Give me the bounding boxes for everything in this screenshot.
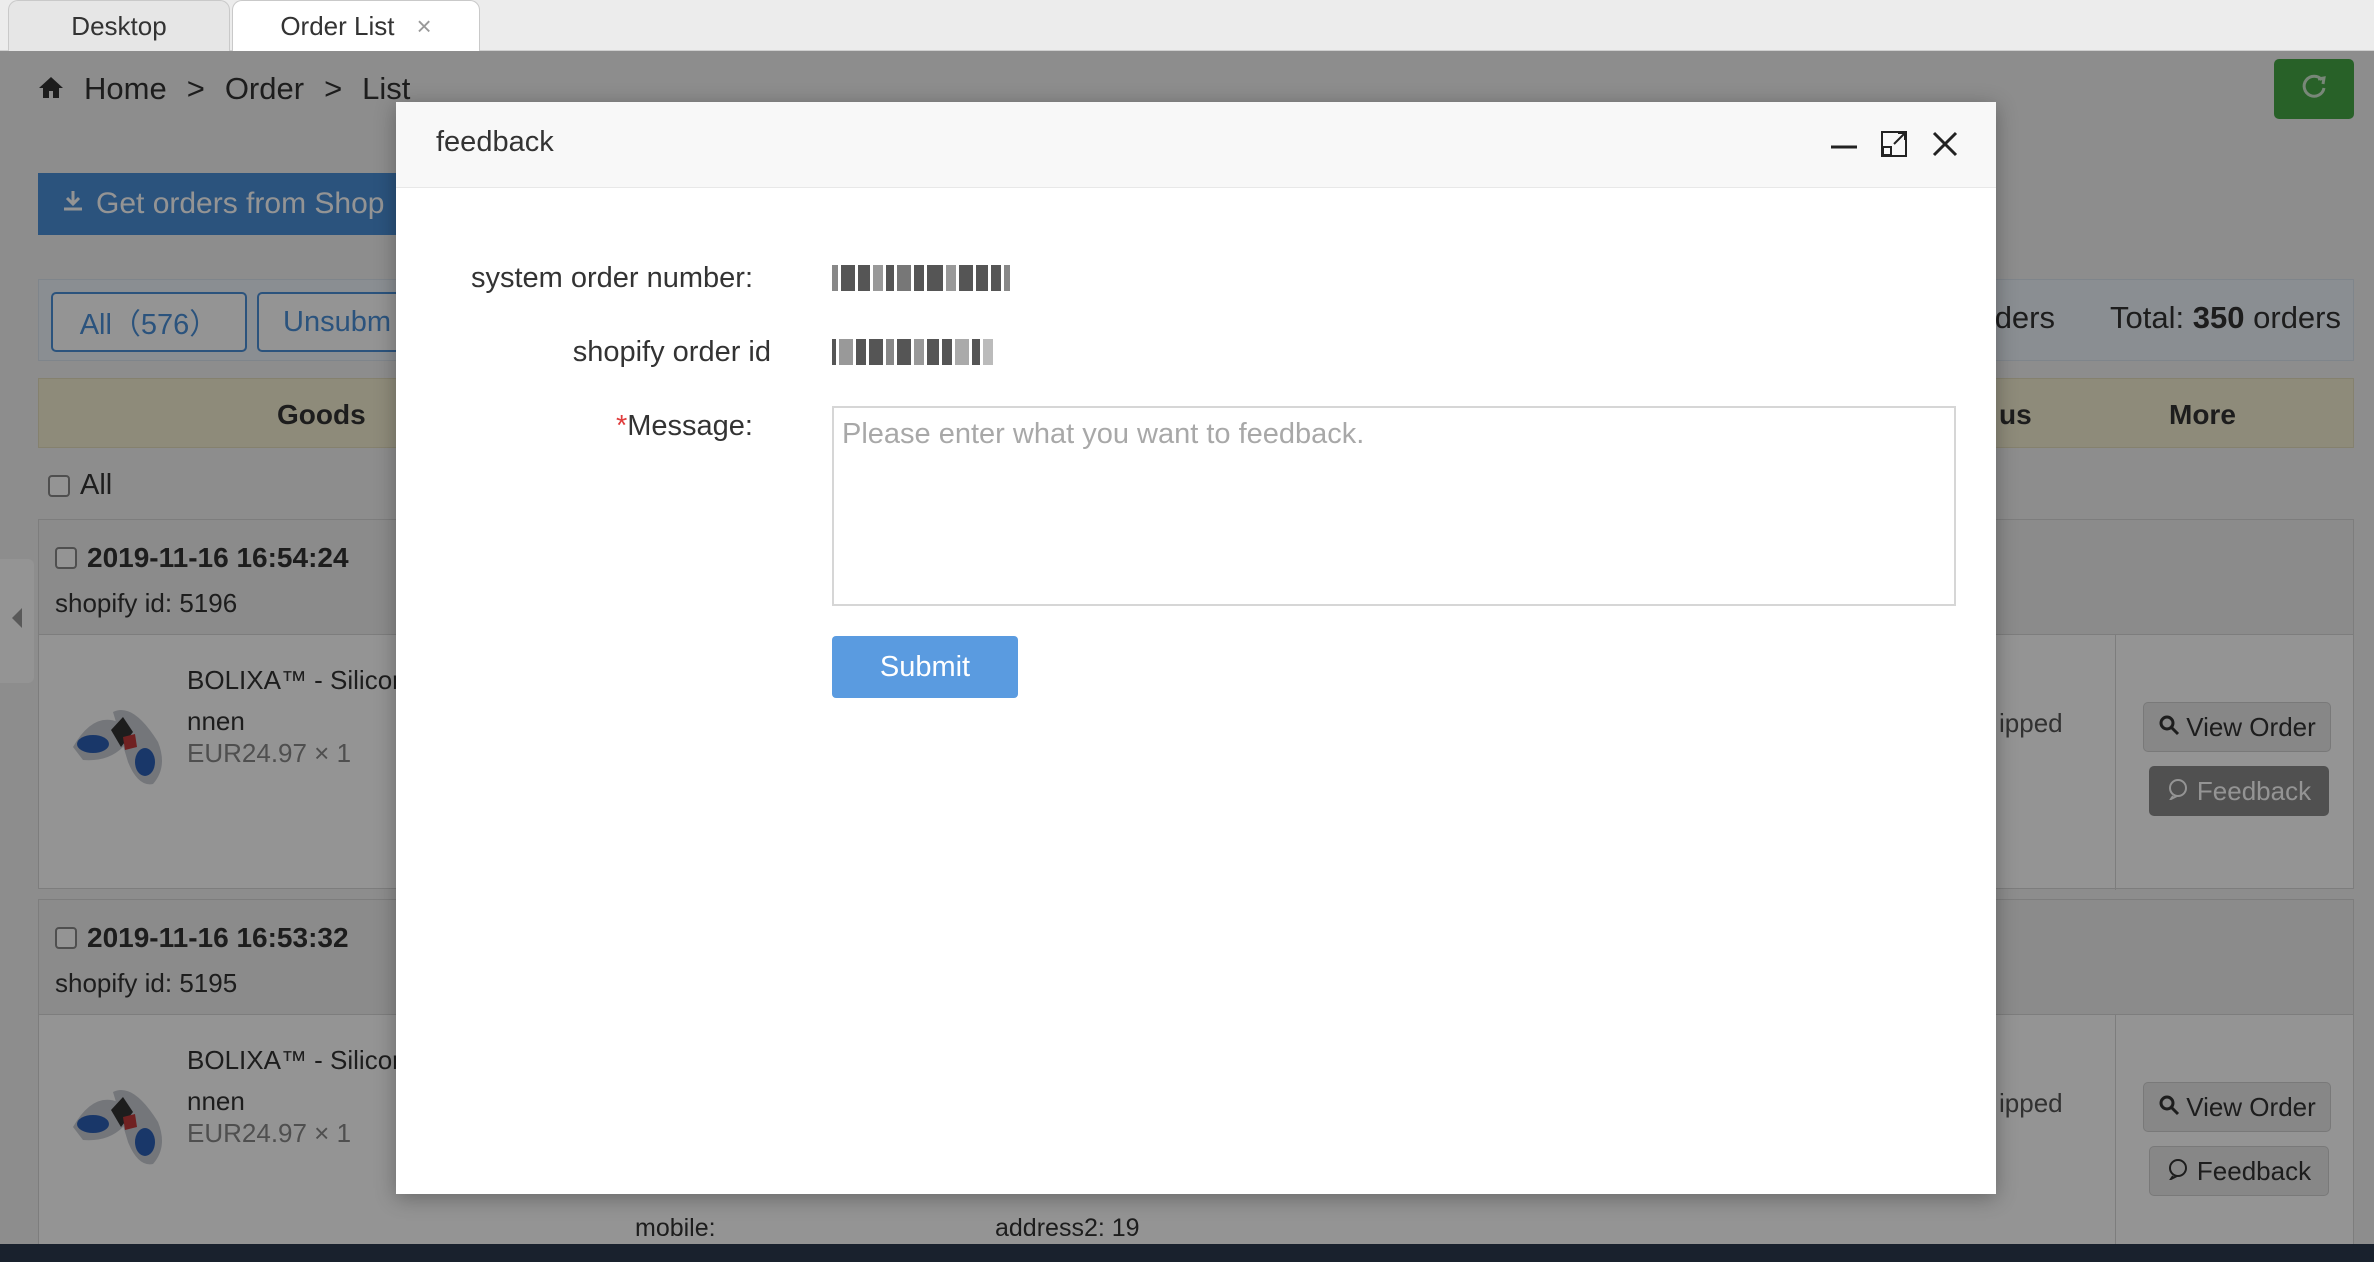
maximize-icon[interactable] bbox=[1876, 126, 1912, 162]
dialog-header: feedback bbox=[396, 102, 1996, 188]
tab-order-list[interactable]: Order List × bbox=[232, 0, 480, 51]
system-order-number-label: system order number: bbox=[470, 262, 753, 294]
feedback-dialog: feedback system order number: shopify or… bbox=[396, 102, 1996, 1194]
required-marker: * bbox=[615, 410, 628, 442]
message-textarea[interactable] bbox=[832, 406, 1956, 606]
tab-bar: Desktop Order List × bbox=[0, 0, 2374, 51]
close-icon[interactable] bbox=[1927, 126, 1963, 162]
message-label: *Message: bbox=[396, 410, 753, 443]
minimize-icon[interactable] bbox=[1826, 126, 1862, 162]
submit-button[interactable]: Submit bbox=[832, 636, 1018, 698]
message-label-text: Message: bbox=[627, 410, 753, 442]
tab-close-icon[interactable]: × bbox=[416, 11, 431, 42]
system-order-number-redacted bbox=[832, 265, 1013, 293]
shopify-order-id-label: shopify order id bbox=[572, 336, 771, 368]
tab-desktop[interactable]: Desktop bbox=[8, 0, 230, 51]
tab-label: Order List bbox=[280, 10, 395, 41]
shopify-order-id-redacted bbox=[832, 339, 996, 367]
tab-label: Desktop bbox=[71, 10, 167, 41]
dialog-title: feedback bbox=[436, 126, 554, 158]
